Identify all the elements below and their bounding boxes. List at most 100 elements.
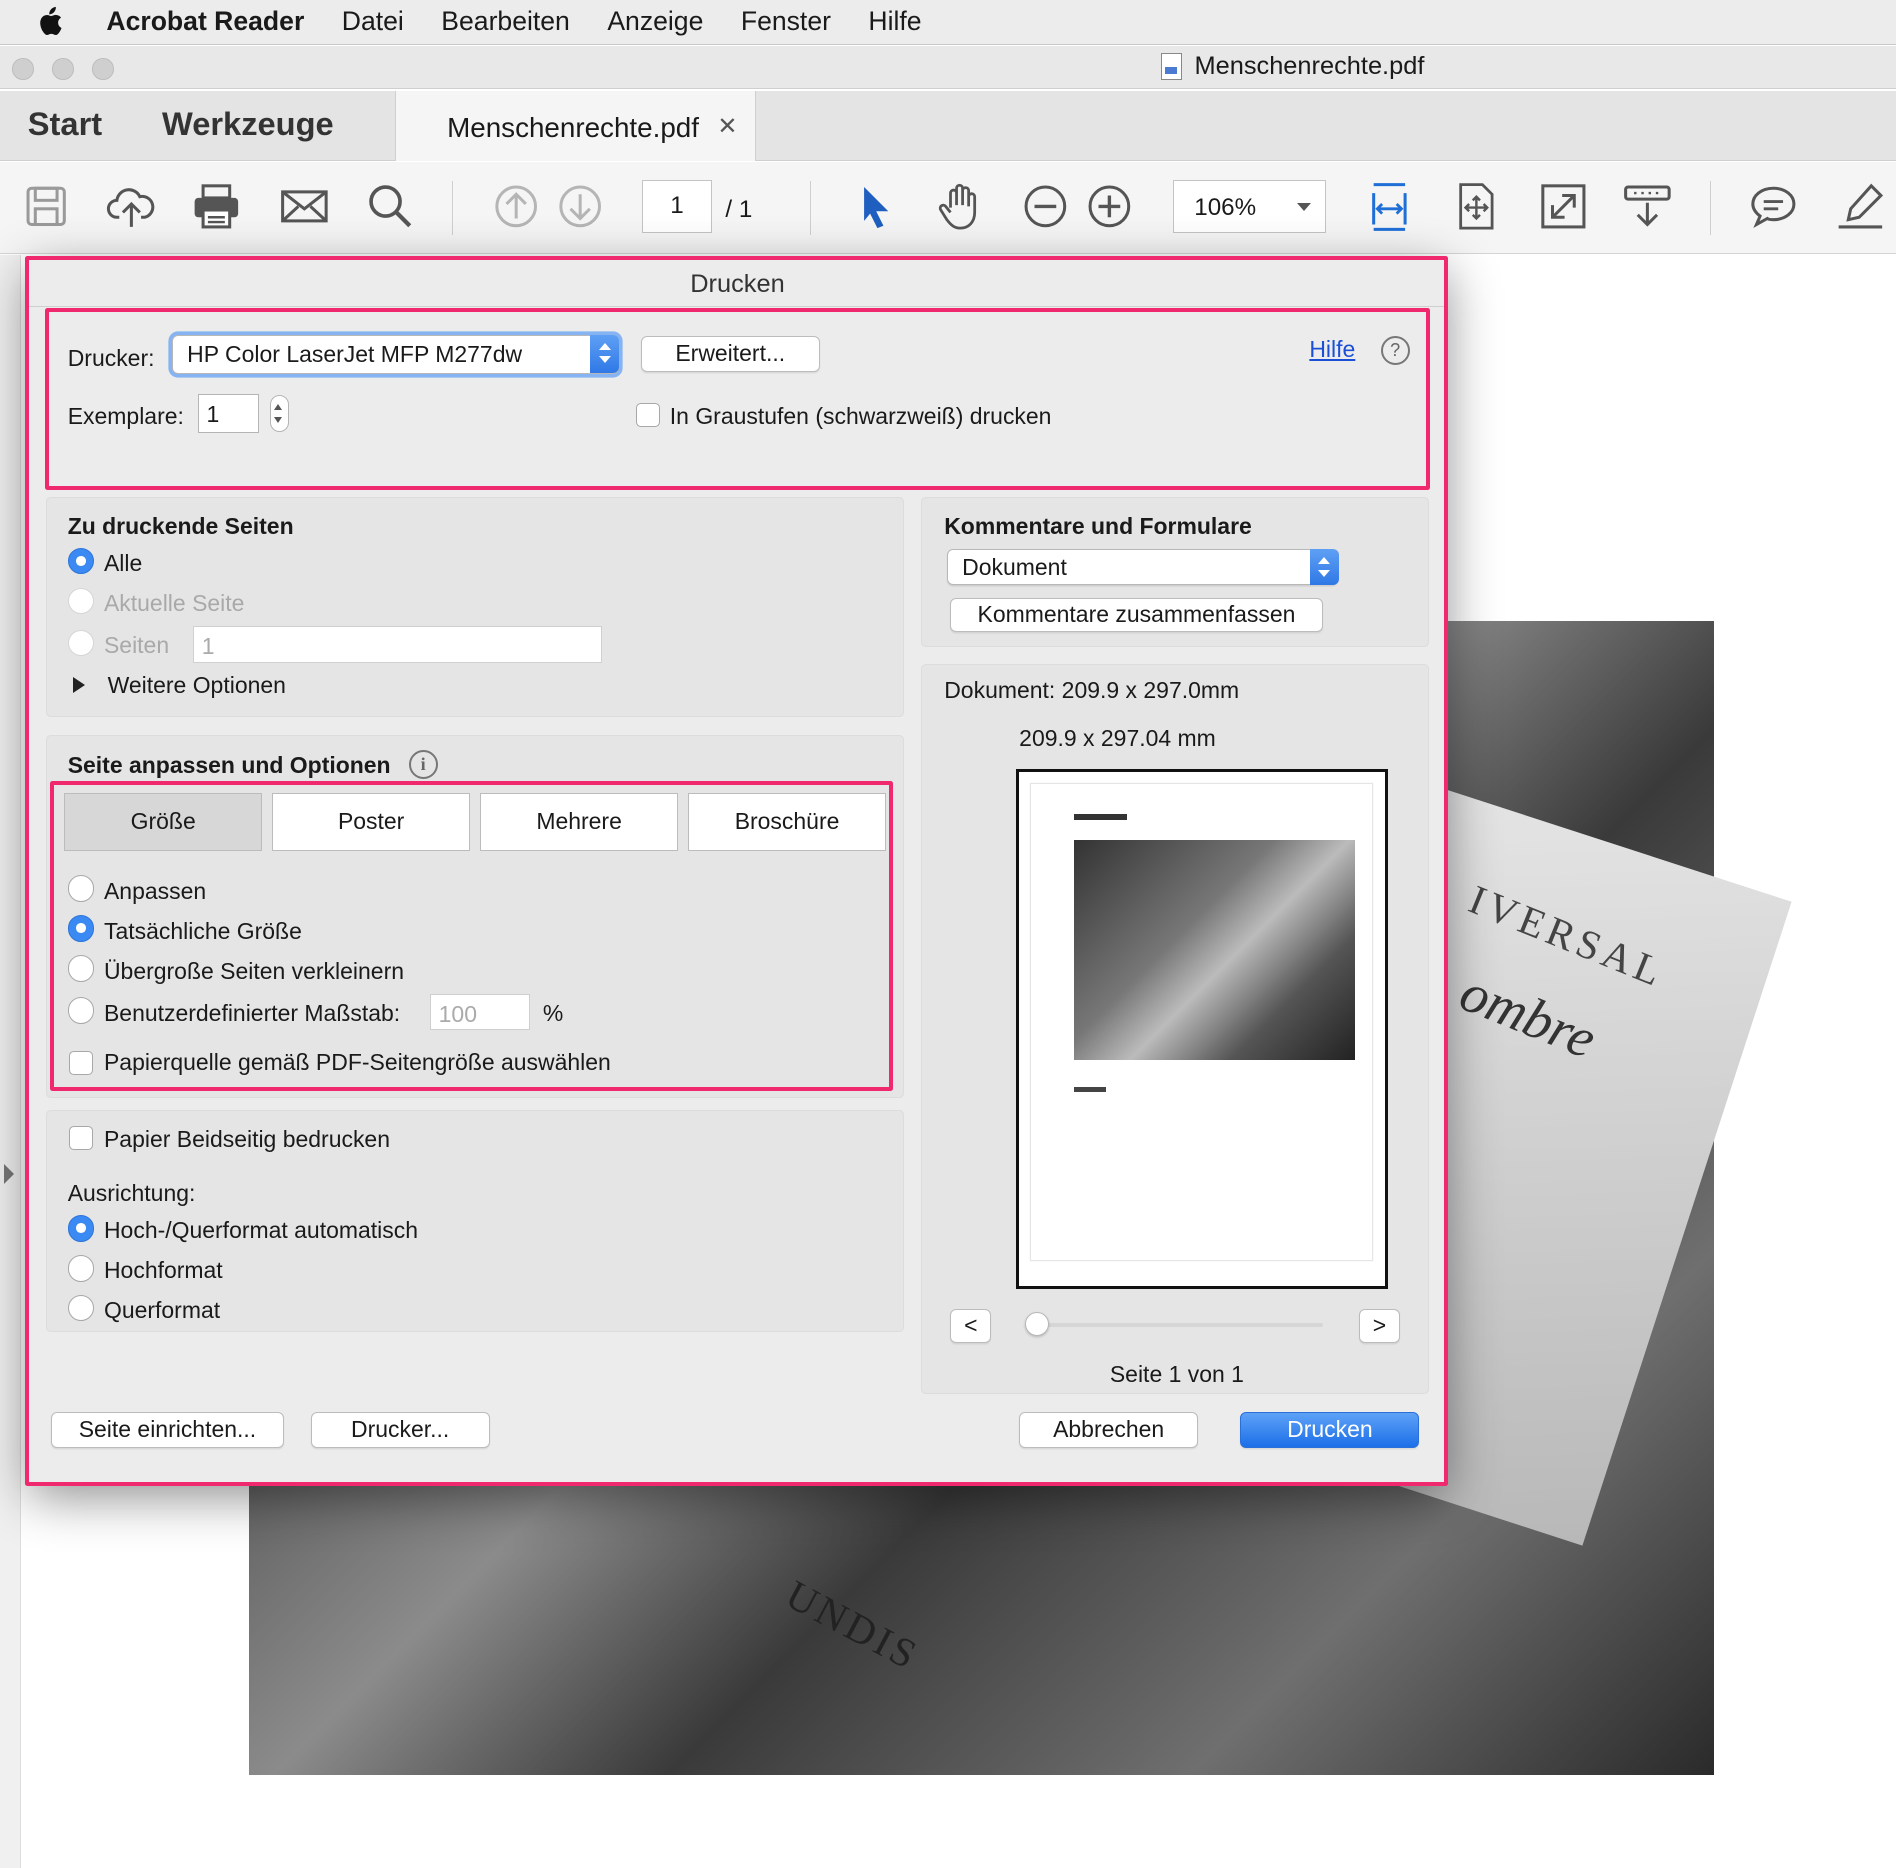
apple-icon[interactable]	[36, 6, 72, 37]
shrink-radio[interactable]	[67, 955, 95, 982]
page-total: / 1	[725, 195, 753, 223]
orientation-auto-radio[interactable]	[67, 1215, 95, 1242]
menu-hilfe[interactable]: Hilfe	[868, 6, 921, 37]
cancel-button[interactable]: Abbrechen	[1019, 1412, 1199, 1449]
tab-multiple[interactable]: Mehrere	[479, 793, 679, 852]
pages-all-label: Alle	[103, 550, 143, 577]
print-preview	[1015, 768, 1388, 1289]
chevron-down-icon	[1296, 202, 1311, 211]
info-icon[interactable]: i	[408, 749, 438, 779]
custom-scale-radio[interactable]	[67, 997, 95, 1024]
tab-bar: Start Werkzeuge Menschenrechte.pdf ✕	[0, 90, 1896, 161]
minimize-window-button[interactable]	[51, 58, 74, 80]
comments-select-value: Dokument	[962, 553, 1067, 580]
window-title: Menschenrechte.pdf	[1160, 52, 1424, 81]
help-question-icon[interactable]: ?	[1380, 336, 1410, 366]
close-window-button[interactable]	[12, 58, 34, 80]
upload-cloud-icon[interactable]	[106, 181, 155, 232]
zoom-in-icon[interactable]	[1084, 181, 1132, 232]
fit-radio[interactable]	[67, 875, 95, 902]
printer-button[interactable]: Drucker...	[310, 1412, 490, 1449]
tab-size[interactable]: Größe	[64, 793, 263, 852]
save-icon[interactable]	[22, 181, 70, 232]
window-title-bar: Menschenrechte.pdf	[0, 45, 1896, 90]
actual-size-radio[interactable]	[67, 915, 95, 942]
custom-scale-label: Benutzerdefinierter Maßstab:	[103, 999, 401, 1026]
advanced-button[interactable]: Erweitert...	[640, 336, 820, 373]
page-setup-button[interactable]: Seite einrichten...	[50, 1412, 285, 1449]
summarize-comments-button[interactable]: Kommentare zusammenfassen	[950, 598, 1323, 633]
grayscale-checkbox[interactable]	[635, 402, 661, 427]
popup-arrows-icon	[1309, 548, 1339, 585]
duplex-checkbox[interactable]	[68, 1125, 94, 1150]
orientation-portrait-radio[interactable]	[67, 1254, 95, 1282]
print-icon[interactable]	[191, 181, 239, 232]
preview-page-info: Seite 1 von 1	[1109, 1361, 1244, 1388]
zoom-window-button[interactable]	[91, 58, 114, 80]
custom-scale-input[interactable]: 100	[430, 993, 530, 1031]
tab-werkzeuge[interactable]: Werkzeuge	[162, 105, 334, 143]
pages-range-input[interactable]: 1	[193, 626, 603, 663]
hand-icon[interactable]	[936, 181, 984, 232]
tab-poster[interactable]: Poster	[272, 793, 471, 852]
orientation-auto-label: Hoch-/Querformat automatisch	[103, 1217, 418, 1244]
print-button[interactable]: Drucken	[1240, 1412, 1420, 1449]
preview-page-slider[interactable]	[1037, 1322, 1323, 1328]
tab-document[interactable]: Menschenrechte.pdf ✕	[395, 90, 756, 161]
fit-heading: Seite anpassen und Optionen	[67, 751, 391, 778]
fit-options-panel	[45, 735, 905, 1098]
pages-heading: Zu druckende Seiten	[67, 512, 294, 539]
expand-panel-icon[interactable]	[3, 1164, 14, 1185]
pdf-file-icon	[1160, 53, 1183, 80]
comments-heading: Kommentare und Formulare	[944, 512, 1252, 539]
highlight-pen-icon[interactable]	[1835, 181, 1884, 232]
preview-next-button[interactable]: >	[1358, 1309, 1400, 1344]
print-dialog: Drucken Drucker: HP Color LaserJet MFP M…	[29, 258, 1446, 1485]
paper-source-checkbox[interactable]	[68, 1050, 94, 1075]
tab-document-label: Menschenrechte.pdf	[447, 112, 699, 144]
copies-input[interactable]: 1	[198, 394, 259, 433]
help-link[interactable]: Hilfe	[1309, 336, 1355, 363]
search-icon[interactable]	[365, 181, 413, 232]
menu-anzeige[interactable]: Anzeige	[607, 6, 703, 37]
preview-photo	[1074, 839, 1355, 1060]
fit-width-icon[interactable]	[1364, 181, 1412, 232]
zoom-select[interactable]: 106%	[1172, 180, 1327, 234]
menu-bearbeiten[interactable]: Bearbeiten	[441, 6, 570, 37]
copies-stepper[interactable]	[269, 395, 289, 432]
fit-label: Anpassen	[103, 877, 207, 904]
comment-icon[interactable]	[1748, 181, 1796, 232]
zoom-value: 106%	[1194, 194, 1257, 222]
fit-page-icon[interactable]	[1451, 181, 1499, 232]
preview-page	[1030, 783, 1372, 1261]
document-size-label: Dokument: 209.9 x 297.0mm	[944, 677, 1240, 704]
menu-fenster[interactable]: Fenster	[741, 6, 831, 37]
zoom-out-icon[interactable]	[1020, 181, 1068, 232]
duplex-label: Papier Beidseitig bedrucken	[103, 1125, 390, 1152]
page-number-input[interactable]: 1	[641, 180, 713, 234]
percent-label: %	[542, 999, 564, 1026]
fullscreen-icon[interactable]	[1538, 181, 1586, 232]
printer-select[interactable]: HP Color LaserJet MFP M277dw	[171, 334, 620, 374]
printer-label: Drucker:	[67, 344, 155, 371]
orientation-label: Ausrichtung:	[67, 1179, 196, 1206]
comments-select[interactable]: Dokument	[946, 548, 1339, 586]
disclosure-triangle-icon[interactable]	[72, 677, 85, 694]
tab-start[interactable]: Start	[28, 105, 102, 143]
tab-booklet[interactable]: Broschüre	[687, 793, 887, 852]
close-tab-icon[interactable]: ✕	[717, 112, 737, 141]
page-up-icon[interactable]	[492, 181, 540, 232]
dialog-title: Drucken	[29, 259, 1446, 308]
mail-icon[interactable]	[279, 181, 328, 232]
page-down-icon[interactable]	[556, 181, 604, 232]
pages-current-label: Aktuelle Seite	[103, 589, 245, 616]
popup-arrows-icon	[590, 334, 620, 374]
preview-prev-button[interactable]: <	[950, 1309, 992, 1344]
menu-app-name[interactable]: Acrobat Reader	[106, 6, 304, 37]
more-options-label[interactable]: Weitere Optionen	[108, 672, 286, 699]
paper-size-label: 209.9 x 297.04 mm	[1019, 725, 1216, 752]
select-arrow-icon[interactable]	[852, 181, 900, 232]
menu-datei[interactable]: Datei	[342, 6, 404, 37]
read-mode-icon[interactable]	[1622, 181, 1672, 232]
grayscale-label: In Graustufen (schwarzweiß) drucken	[669, 402, 1052, 429]
